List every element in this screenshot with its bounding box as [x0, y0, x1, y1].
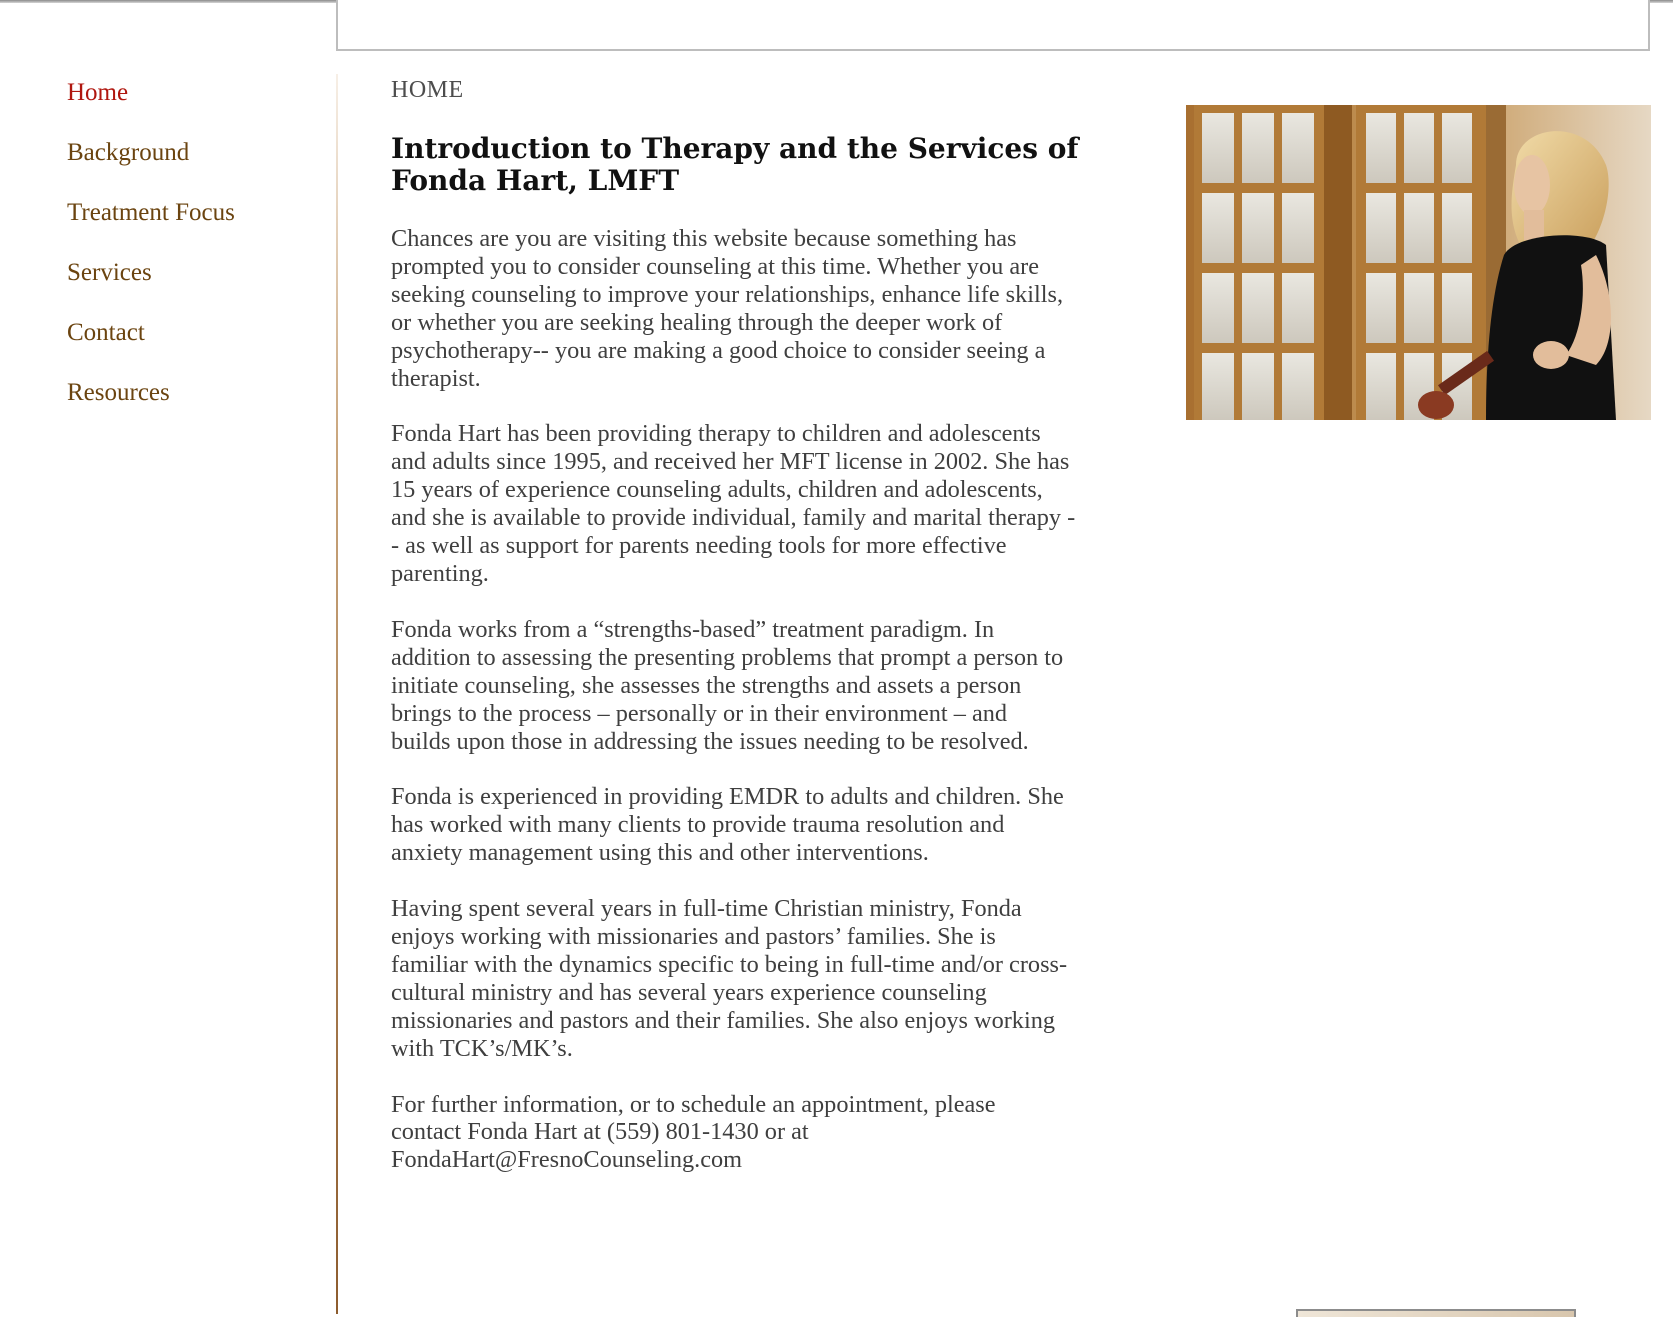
sidebar-divider — [336, 74, 338, 1314]
paragraph-approach: Fonda works from a “strengths-based” tre… — [391, 615, 1064, 755]
page-title: Introduction to Therapy and the Services… — [391, 132, 1079, 197]
nav-item-contact[interactable]: Contact — [67, 318, 327, 348]
paragraph-intro: Chances are you are visiting this websit… — [391, 225, 1064, 392]
nav-item-resources[interactable]: Resources — [67, 378, 327, 408]
nav-item-background[interactable]: Background — [67, 138, 327, 168]
nav-item-services[interactable]: Services — [67, 258, 327, 288]
header-banner — [336, 0, 1650, 51]
hero-photo — [1186, 105, 1651, 420]
paragraph-emdr: Fonda is experienced in providing EMDR t… — [391, 783, 1064, 867]
bottom-image-edge — [1296, 1309, 1576, 1317]
paragraph-ministry: Having spent several years in full-time … — [391, 895, 1068, 1062]
paragraph-experience: Fonda Hart has been providing therapy to… — [391, 420, 1076, 587]
nav-item-home[interactable]: Home — [67, 78, 327, 108]
sidebar-nav: Home Background Treatment Focus Services… — [67, 78, 327, 438]
breadcrumb: HOME — [391, 77, 464, 103]
paragraph-contact: For further information, or to schedule … — [391, 1090, 996, 1174]
nav-item-treatment-focus[interactable]: Treatment Focus — [67, 198, 327, 228]
body-copy: Chances are you are visiting this websit… — [391, 225, 1138, 1202]
